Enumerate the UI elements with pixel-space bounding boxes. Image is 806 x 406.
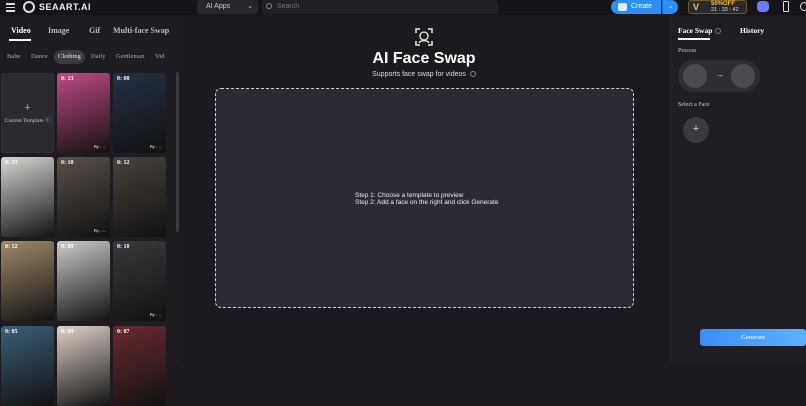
logo-icon <box>23 1 35 13</box>
category-chips: Babe Dance Clothing Daily Gentleman Vid <box>0 50 180 64</box>
chip-video[interactable]: Vid <box>155 50 164 64</box>
ai-apps-label: AI Apps <box>206 3 231 10</box>
chip-babe[interactable]: Babe <box>7 50 20 64</box>
search-box[interactable] <box>262 0 498 14</box>
chip-gentleman[interactable]: Gentleman <box>116 50 145 64</box>
card-duration: 0: 12 <box>117 160 130 166</box>
result-face-circle <box>731 64 755 88</box>
select-face-label: Select a Face <box>678 102 710 108</box>
mobile-icon[interactable] <box>783 1 789 12</box>
main-area: AI Face Swap Supports face swap for vide… <box>181 16 667 363</box>
chip-clothing[interactable]: Clothing <box>54 50 85 64</box>
page-subtitle: Supports face swap for videos <box>181 71 667 78</box>
process-preview: → <box>678 60 760 92</box>
template-card[interactable]: 0: 08 By : ... <box>113 73 166 153</box>
template-card[interactable]: 0: 12 <box>1 241 54 321</box>
template-card[interactable]: 0: 10 By : ... <box>113 241 166 321</box>
template-card[interactable]: 0: 07 <box>113 326 166 406</box>
preview-dropzone[interactable]: Step 1: Choose a template to preview Ste… <box>215 88 634 308</box>
page-title: AI Face Swap <box>372 50 476 67</box>
tab-face-swap[interactable]: Face Swap <box>678 26 722 35</box>
plus-icon: + <box>24 102 31 114</box>
tab-underline <box>9 39 31 41</box>
card-author: By : ... <box>93 228 106 233</box>
help-icon[interactable] <box>715 28 722 34</box>
arrow-icon: → <box>715 69 724 79</box>
template-card[interactable]: 0: 05 <box>1 326 54 406</box>
tab-face-swap-label: Face Swap <box>678 26 713 35</box>
search-icon <box>266 3 272 9</box>
create-button[interactable]: Create <box>611 0 661 14</box>
card-duration: 0: 09 <box>61 329 74 335</box>
create-icon <box>618 3 627 11</box>
chip-daily[interactable]: Daily <box>91 50 105 64</box>
media-tabs: Video Image Gif Multi-face Swap <box>0 16 180 44</box>
create-dropdown-button[interactable]: ⌄ <box>662 0 678 14</box>
promo-badge[interactable]: V 50%OFF 21 : 33 : 42 <box>688 0 747 14</box>
card-duration: 0: 09 <box>61 244 74 250</box>
tab-history[interactable]: History <box>740 26 764 35</box>
tab-video[interactable]: Video <box>11 26 31 35</box>
search-input[interactable] <box>276 3 477 10</box>
promo-timer: 21 : 33 : 42 <box>711 7 739 13</box>
chevron-down-icon: ⌄ <box>247 3 253 10</box>
face-swap-panel: Face Swap History Process → Select a Fac… <box>669 16 806 363</box>
tab-image[interactable]: Image <box>48 26 69 35</box>
card-duration: 0: 08 <box>117 76 130 82</box>
template-card[interactable]: 0: 35 <box>1 157 54 237</box>
template-card[interactable]: 0: 10 By : ... <box>57 157 110 237</box>
card-duration: 0: 35 <box>5 160 18 166</box>
template-card[interactable]: 0: 13 By : ... <box>57 73 110 153</box>
tab-multi-face-swap[interactable]: Multi-face Swap <box>113 26 169 35</box>
ai-apps-select[interactable]: AI Apps ⌄ <box>197 0 258 14</box>
subtitle-text: Supports face swap for videos <box>372 71 466 78</box>
vip-icon: V <box>693 2 700 12</box>
user-icon[interactable] <box>800 2 806 11</box>
template-card[interactable]: 0: 09 <box>57 241 110 321</box>
step-2-text: Step 2: Add a face on the right and clic… <box>355 199 499 206</box>
process-label: Process <box>678 48 697 54</box>
logo[interactable]: SEAART.AI <box>23 1 91 13</box>
card-author: By : ... <box>149 144 162 149</box>
chip-dance[interactable]: Dance <box>31 50 48 64</box>
card-author: By : ... <box>149 312 162 317</box>
source-face-circle <box>683 64 707 88</box>
card-author: By : ... <box>93 144 106 149</box>
info-icon[interactable] <box>469 71 476 77</box>
tab-gif[interactable]: Gif <box>89 26 100 35</box>
top-bar: SEAART.AI AI Apps ⌄ Create ⌄ V 50%OFF 21… <box>0 0 806 15</box>
template-card[interactable]: 0: 12 <box>113 157 166 237</box>
template-panel: Video Image Gif Multi-face Swap Babe Dan… <box>0 16 180 406</box>
logo-text: SEAART.AI <box>39 2 92 12</box>
card-duration: 0: 07 <box>117 329 130 335</box>
tab-underline <box>678 38 710 40</box>
generate-button[interactable]: Generate <box>700 329 806 346</box>
template-card[interactable]: 0: 09 <box>57 326 110 406</box>
discord-icon[interactable] <box>757 1 769 12</box>
face-scan-icon <box>415 28 433 46</box>
custom-template-label: Custom Template ⓘ <box>4 118 51 124</box>
create-label: Create <box>631 3 653 10</box>
step-1-text: Step 1: Choose a template to preview <box>355 192 464 199</box>
card-duration: 0: 10 <box>117 244 130 250</box>
card-duration: 0: 12 <box>5 244 18 250</box>
add-face-button[interactable]: + <box>683 117 709 143</box>
menu-icon[interactable] <box>6 3 15 12</box>
custom-template-card[interactable]: + Custom Template ⓘ <box>1 73 54 153</box>
card-duration: 0: 10 <box>61 160 74 166</box>
card-duration: 0: 13 <box>61 76 74 82</box>
card-duration: 0: 05 <box>5 329 18 335</box>
template-scrollbar[interactable] <box>176 72 179 232</box>
